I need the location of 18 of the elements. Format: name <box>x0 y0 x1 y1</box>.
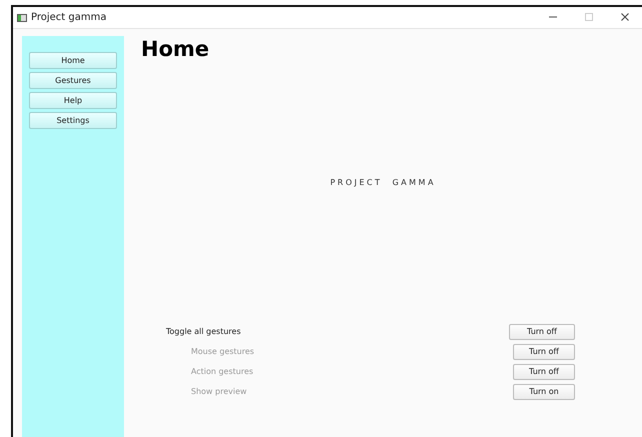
close-icon[interactable] <box>621 13 629 22</box>
toggle-button[interactable]: Turn on <box>513 384 575 400</box>
window-title: Project gamma <box>31 11 108 25</box>
toggle-label: Show preview <box>190 386 247 398</box>
banner-text: PROJECT GAMMA <box>329 177 437 190</box>
page-heading: Home <box>141 37 210 62</box>
app-icon <box>17 14 27 22</box>
sidebar-button[interactable]: Home <box>29 52 117 69</box>
toggle-label: Toggle all gestures <box>165 326 241 338</box>
toggle-label: Mouse gestures <box>190 346 254 358</box>
sidebar-button[interactable]: Gestures <box>29 72 117 89</box>
toggle-label: Action gestures <box>190 366 254 378</box>
toggle-button[interactable]: Turn off <box>513 364 575 380</box>
sidebar-button[interactable]: Settings <box>29 112 117 129</box>
sidebar-button[interactable]: Help <box>29 92 117 109</box>
minimize-icon[interactable] <box>549 16 557 18</box>
toggle-button[interactable]: Turn off <box>513 344 575 360</box>
toggle-button[interactable]: Turn off <box>509 324 575 340</box>
